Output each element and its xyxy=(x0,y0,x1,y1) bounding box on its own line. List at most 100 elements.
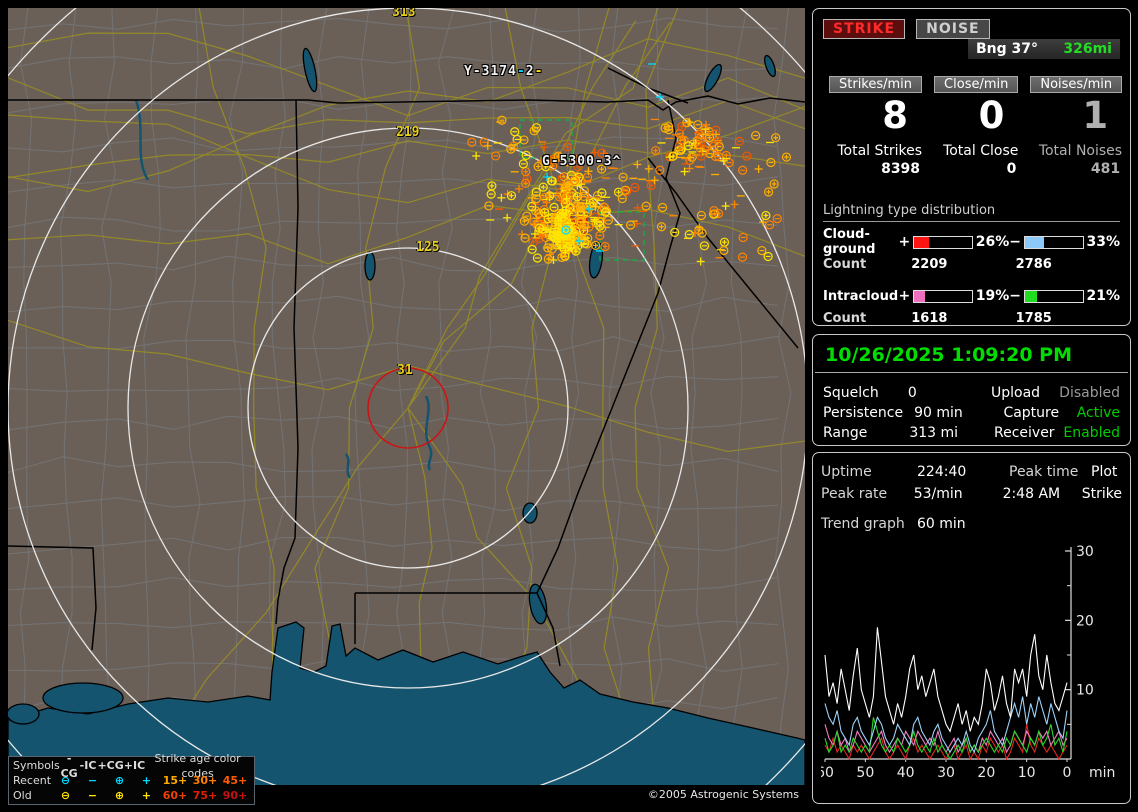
age-code: 60+ xyxy=(162,789,188,802)
app-window: 313 219 125 31 Y-3174-2- G-5300-3^ ©2005 Ast… xyxy=(0,0,1138,812)
peak-time-value: 2:48 AM xyxy=(1002,486,1061,502)
cg-count-label: Count xyxy=(823,256,867,272)
storm-label-y: Y-3174-2- xyxy=(464,64,544,79)
total-close-value: 0 xyxy=(1006,161,1017,177)
legend-symbol: − xyxy=(87,774,98,787)
intracloud-count-row: Count 1618 1785 xyxy=(823,306,1120,330)
peak-time-label: Peak time xyxy=(1009,464,1079,480)
uptime-row: Uptime 224:40 Peak time Plot xyxy=(821,461,1122,483)
upload-label: Upload xyxy=(990,385,1041,401)
svg-text:50: 50 xyxy=(856,765,874,781)
peak-rate-label: Peak rate xyxy=(821,486,888,502)
squelch-value: 0 xyxy=(907,385,917,401)
total-close-label: Total Close xyxy=(943,143,1019,159)
ring-label-31: 31 xyxy=(397,363,413,378)
recent-strike-symbols: ⊖ − ⊕ + xyxy=(52,773,160,788)
plus-sign: + xyxy=(898,288,911,304)
legend-col-pos-ic: +IC xyxy=(123,759,146,772)
noises-per-min-label: Noises/min xyxy=(1030,76,1123,93)
minus-sign: − xyxy=(1009,234,1022,250)
legend-symbol: − xyxy=(87,789,98,802)
noise-mode-button[interactable]: NOISE xyxy=(916,19,990,39)
status-panel: 10/26/2025 1:09:20 PM Squelch 0 Upload D… xyxy=(812,334,1131,446)
cloud-ground-count-row: Count 2209 2786 xyxy=(823,252,1120,276)
cg-minus-pct: 33% xyxy=(1086,234,1121,250)
upload-value: Disabled xyxy=(1059,385,1120,401)
svg-text:min: min xyxy=(1089,765,1115,781)
trend-panel: Uptime 224:40 Peak time Plot Peak rate 5… xyxy=(812,452,1131,804)
ic-minus-bar xyxy=(1024,289,1084,303)
status-row-squelch: Squelch 0 Upload Disabled xyxy=(823,383,1120,403)
receiver-value: Enabled xyxy=(1063,425,1120,441)
receiver-label: Receiver xyxy=(994,425,1055,441)
trend-graph-label: Trend graph xyxy=(821,516,905,532)
legend-symbol: + xyxy=(141,774,152,787)
bearing-value: Bng 37° xyxy=(976,41,1039,57)
ic-plus-bar xyxy=(913,289,973,303)
copyright-text: ©2005 Astrogenic Systems xyxy=(647,788,799,801)
cg-plus-bar-fill xyxy=(914,236,930,248)
close-per-min-label: Close/min xyxy=(934,76,1019,93)
noises-per-min-counter: Noises/min 1 Total Noises 481 xyxy=(1024,73,1128,177)
cg-plus-pct: 26% xyxy=(975,234,1010,250)
legend-symbol: ⊕ xyxy=(114,774,125,787)
persistence-label: Persistence xyxy=(823,405,904,421)
range-value: 313 mi xyxy=(909,425,959,441)
close-per-min-value: 0 xyxy=(978,94,1005,137)
total-noises-value: 481 xyxy=(1090,161,1121,177)
ring-label-313: 313 xyxy=(392,8,416,20)
status-row-range: Range 313 mi Receiver Enabled xyxy=(823,423,1120,443)
minus-sign: − xyxy=(1009,288,1022,304)
svg-text:0: 0 xyxy=(1063,765,1072,781)
strike-summary-panel: STRIKE NOISE Bng 37° 326mi Strikes/min 8… xyxy=(812,8,1131,326)
cg-minus-count: 2786 xyxy=(1015,256,1052,272)
map-legend: Symbols -CG -IC +CG +IC Strike age color… xyxy=(8,752,255,805)
legend-symbol: ⊖ xyxy=(60,774,71,787)
old-age-codes: 60+ 75+ 90+ xyxy=(160,788,250,803)
cloud-ground-row: Cloud-ground + 26% − 33% xyxy=(823,227,1121,257)
ic-minus-pct: 21% xyxy=(1086,288,1121,304)
intracloud-label: Intracloud xyxy=(823,288,899,304)
lightning-map[interactable]: 313 219 125 31 Y-3174-2- G-5300-3^ ©2005 Ast… xyxy=(8,8,805,805)
status-grid: Squelch 0 Upload Disabled Persistence 90… xyxy=(813,373,1130,443)
cloud-ground-label: Cloud-ground xyxy=(823,227,876,257)
total-strikes-value: 8398 xyxy=(881,161,921,177)
squelch-label: Squelch xyxy=(823,385,879,401)
ic-minus-count: 1785 xyxy=(1015,310,1052,326)
ic-plus-count: 1618 xyxy=(911,310,948,326)
ic-plus-pct: 19% xyxy=(975,288,1010,304)
total-noises-label: Total Noises xyxy=(1038,143,1123,159)
datetime-display: 10/26/2025 1:09:20 PM xyxy=(815,339,1128,373)
ic-plus-bar-fill xyxy=(914,290,926,302)
recent-age-codes: 15+ 30+ 45+ xyxy=(160,773,250,788)
strikes-per-min-counter: Strikes/min 8 Total Strikes 8398 xyxy=(823,73,928,177)
legend-old-label: Old xyxy=(13,789,32,802)
svg-text:10: 10 xyxy=(1018,765,1036,781)
persistence-value: 90 min xyxy=(914,405,963,421)
plus-sign: + xyxy=(898,234,911,250)
ic-count-label: Count xyxy=(823,310,867,326)
legend-old-row: Old ⊖ − ⊕ + 60+ 75+ 90+ xyxy=(13,788,250,803)
capture-label: Capture xyxy=(1003,405,1060,421)
uptime-label: Uptime xyxy=(821,464,872,480)
svg-text:30: 30 xyxy=(937,765,955,781)
plot-label: Plot xyxy=(1091,464,1118,480)
peak-rate-value: 53/min xyxy=(913,486,963,502)
status-row-persistence: Persistence 90 min Capture Active xyxy=(823,403,1120,423)
cg-plus-bar xyxy=(913,235,973,249)
strike-mode-button[interactable]: STRIKE xyxy=(823,19,906,39)
legend-symbol: + xyxy=(141,789,152,802)
range-label: Range xyxy=(823,425,868,441)
legend-recent-row: Recent ⊖ − ⊕ + 15+ 30+ 45+ xyxy=(13,773,250,788)
intracloud-row: Intracloud + 19% − 21% xyxy=(823,286,1120,306)
age-code: 45+ xyxy=(222,774,248,787)
cg-minus-bar xyxy=(1024,235,1084,249)
svg-text:20: 20 xyxy=(1076,613,1094,629)
age-code: 30+ xyxy=(192,774,218,787)
peak-rate-row: Peak rate 53/min 2:48 AM Strike xyxy=(821,483,1122,505)
svg-text:20: 20 xyxy=(977,765,995,781)
strikes-per-min-value: 8 xyxy=(882,94,909,137)
noises-per-min-value: 1 xyxy=(1082,94,1109,137)
capture-value: Active xyxy=(1076,405,1120,421)
age-code: 75+ xyxy=(192,789,218,802)
